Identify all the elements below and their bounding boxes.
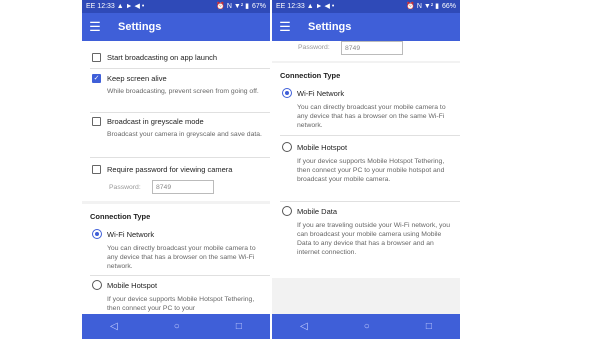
system-icons: ⏰ N ▼² ▮	[216, 3, 249, 10]
radio-button-selected[interactable]	[92, 229, 102, 239]
option-keep-screen-alive[interactable]: ✓ Keep screen alive While broadcasting, …	[92, 73, 264, 109]
radio-button[interactable]	[282, 206, 292, 216]
connection-wifi[interactable]: Wi-Fi Network You can directly broadcast…	[282, 87, 454, 133]
option-require-password[interactable]: Require password for viewing camera	[92, 164, 264, 176]
recents-icon[interactable]: □	[236, 321, 242, 332]
checkbox[interactable]	[92, 165, 101, 174]
back-icon[interactable]: ◁	[300, 321, 308, 332]
password-input[interactable]	[341, 41, 403, 55]
radio-button[interactable]	[92, 280, 102, 290]
connection-wifi[interactable]: Wi-Fi Network You can directly broadcast…	[92, 228, 264, 274]
divider	[280, 135, 460, 136]
connection-card: Connection Type Wi-Fi Network You can di…	[272, 63, 460, 278]
connection-label: Mobile Hotspot	[297, 143, 348, 152]
password-input[interactable]	[152, 180, 214, 194]
home-icon[interactable]: ○	[364, 321, 370, 332]
page-title: Settings	[308, 21, 352, 33]
connection-description: If your device supports Mobile Hotspot T…	[107, 296, 255, 312]
connection-label: Mobile Hotspot	[107, 281, 158, 290]
divider	[90, 112, 270, 113]
battery-level: 66%	[441, 3, 456, 10]
settings-list[interactable]: Password: Connection Type Wi-Fi Network …	[272, 41, 460, 314]
menu-icon[interactable]: ☰	[82, 13, 108, 41]
checkbox[interactable]	[92, 117, 101, 126]
option-label: Broadcast in greyscale mode	[107, 117, 204, 126]
phone-screen-right: EE 12:33 ▲ ► ◀ • ⏰ N ▼² ▮ 66% ☰ Settings…	[272, 0, 460, 339]
option-label: Start broadcasting on app launch	[107, 53, 218, 62]
settings-card: Password:	[272, 41, 460, 61]
app-bar: ☰ Settings	[82, 13, 270, 41]
clock: 12:33	[287, 3, 305, 10]
connection-label: Mobile Data	[297, 207, 338, 216]
connection-mobile-data[interactable]: Mobile Data If you are traveling outside…	[282, 205, 454, 273]
menu-icon[interactable]: ☰	[272, 13, 298, 41]
battery-level: 67%	[251, 3, 266, 10]
status-bar: EE 12:33 ▲ ► ◀ • ⏰ N ▼² ▮ 67%	[82, 0, 270, 13]
section-title: Connection Type	[90, 212, 151, 221]
page-title: Settings	[118, 21, 162, 33]
connection-hotspot[interactable]: Mobile Hotspot If your device supports M…	[92, 279, 264, 314]
status-bar: EE 12:33 ▲ ► ◀ • ⏰ N ▼² ▮ 66%	[272, 0, 460, 13]
connection-hotspot[interactable]: Mobile Hotspot If your device supports M…	[282, 141, 454, 201]
radio-button-selected[interactable]	[282, 88, 292, 98]
radio-button[interactable]	[282, 142, 292, 152]
notification-icons: ▲ ► ◀ •	[306, 3, 335, 10]
navigation-bar: ◁ ○ □	[272, 314, 460, 339]
clock: 12:33	[97, 3, 115, 10]
connection-card: Connection Type Wi-Fi Network You can di…	[82, 204, 270, 314]
carrier-label: EE	[86, 3, 96, 10]
option-label: Require password for viewing camera	[107, 165, 233, 174]
divider	[90, 275, 270, 276]
divider	[90, 157, 270, 158]
settings-list[interactable]: Start broadcasting on app launch ✓ Keep …	[82, 41, 270, 314]
settings-card: Start broadcasting on app launch ✓ Keep …	[82, 41, 270, 201]
status-left: EE 12:33 ▲ ► ◀ •	[86, 0, 144, 13]
divider	[280, 201, 460, 202]
option-label: Keep screen alive	[107, 74, 167, 83]
recents-icon[interactable]: □	[426, 321, 432, 332]
divider	[90, 68, 270, 69]
checkbox[interactable]	[92, 53, 101, 62]
option-description: Broadcast your camera in greyscale and s…	[107, 131, 262, 138]
connection-description: If you are traveling outside your Wi-Fi …	[297, 222, 450, 256]
home-icon[interactable]: ○	[174, 321, 180, 332]
phone-screen-left: EE 12:33 ▲ ► ◀ • ⏰ N ▼² ▮ 67% ☰ Settings…	[82, 0, 270, 339]
password-label: Password:	[298, 44, 330, 51]
connection-description: You can directly broadcast your mobile c…	[297, 104, 446, 129]
navigation-bar: ◁ ○ □	[82, 314, 270, 339]
connection-label: Wi-Fi Network	[297, 89, 345, 98]
connection-description: You can directly broadcast your mobile c…	[107, 245, 256, 270]
connection-label: Wi-Fi Network	[107, 230, 155, 239]
password-label: Password:	[109, 184, 141, 191]
back-icon[interactable]: ◁	[110, 321, 118, 332]
option-greyscale-mode[interactable]: Broadcast in greyscale mode Broadcast yo…	[92, 116, 264, 152]
section-title: Connection Type	[280, 71, 341, 80]
option-description: While broadcasting, prevent screen from …	[107, 88, 259, 95]
option-start-on-launch[interactable]: Start broadcasting on app launch	[92, 52, 264, 64]
status-left: EE 12:33 ▲ ► ◀ •	[276, 0, 334, 13]
status-right: ⏰ N ▼² ▮ 67%	[216, 0, 266, 13]
app-bar: ☰ Settings	[272, 13, 460, 41]
notification-icons: ▲ ► ◀ •	[116, 3, 145, 10]
status-right: ⏰ N ▼² ▮ 66%	[406, 0, 456, 13]
connection-description: If your device supports Mobile Hotspot T…	[297, 158, 445, 183]
system-icons: ⏰ N ▼² ▮	[406, 3, 439, 10]
checkbox-checked[interactable]: ✓	[92, 74, 101, 83]
carrier-label: EE	[276, 3, 286, 10]
